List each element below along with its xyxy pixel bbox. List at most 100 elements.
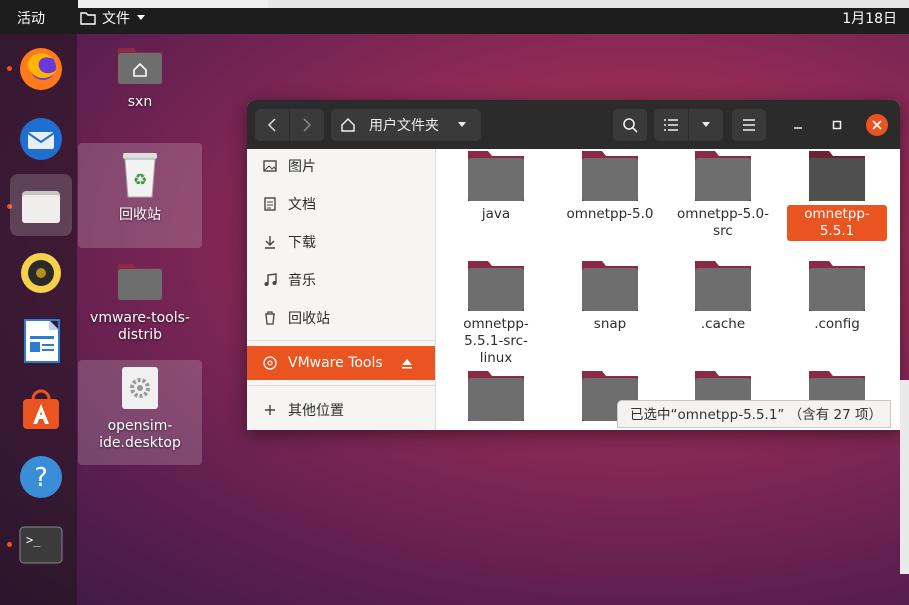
top-strip-right [268, 0, 909, 8]
chevron-right-icon [303, 118, 312, 132]
folder-icon [467, 371, 525, 421]
file-item[interactable]: omnetpp-5.5.1-src-linux [446, 261, 546, 368]
folder-icon [808, 151, 866, 201]
sidebar-item-other-locations[interactable]: 其他位置 [247, 393, 435, 427]
sidebar-item-label: VMware Tools [288, 355, 383, 371]
file-item[interactable]: omnetpp-5.0-src [673, 151, 773, 241]
minimize-button[interactable] [787, 114, 809, 136]
trash-icon: ♻ [123, 153, 157, 198]
sidebar-item-music[interactable]: 音乐 [247, 263, 435, 297]
app-menu[interactable]: 文件 [80, 8, 146, 28]
clock[interactable]: 1月18日 [842, 8, 897, 28]
folder-icon [808, 261, 866, 311]
disc-icon [263, 356, 277, 370]
desktop-icon-vmware-tools-distrib[interactable]: vmware-tools-distrib [78, 258, 202, 344]
svg-text:>_: >_ [26, 533, 41, 547]
desktop-icon-label: opensim-ide.desktop [99, 418, 181, 451]
chevron-down-icon [702, 122, 710, 127]
home-folder-icon [118, 48, 162, 84]
sidebar-divider [247, 385, 435, 386]
menu-button[interactable] [732, 109, 766, 141]
file-label: omnetpp-5.5.1 [787, 205, 887, 241]
rhythmbox-icon[interactable] [10, 242, 72, 304]
chevron-down-icon [137, 15, 145, 20]
view-options-button[interactable] [689, 109, 723, 141]
documents-icon [264, 197, 276, 211]
sidebar-item-label: 回收站 [288, 311, 330, 327]
folder-icon [694, 261, 752, 311]
list-icon [664, 119, 678, 131]
forward-button[interactable] [290, 109, 324, 141]
sidebar: 图片 文档 下载 音乐 回收站 VMware Tools 其他位置 [247, 149, 436, 430]
file-label: omnetpp-5.0 [566, 206, 654, 222]
sidebar-item-label: 文档 [288, 197, 316, 213]
software-center-icon[interactable] [10, 378, 72, 440]
folder-icon [467, 261, 525, 311]
sidebar-item-documents[interactable]: 文档 [247, 187, 435, 221]
file-label: .cache [700, 316, 746, 332]
path-label: 用户文件夹 [369, 118, 439, 134]
file-item[interactable] [446, 371, 546, 421]
chevron-down-icon [458, 122, 466, 127]
files-icon[interactable] [10, 174, 72, 236]
app-menu-label: 文件 [102, 11, 130, 27]
close-button[interactable] [866, 114, 888, 136]
file-item[interactable]: java [446, 151, 546, 224]
file-label: omnetpp-5.0-src [677, 206, 769, 239]
file-item[interactable]: snap [560, 261, 660, 334]
gear-icon [122, 367, 158, 409]
file-label: .config [814, 316, 860, 332]
view-list-button[interactable] [654, 109, 688, 141]
desktop-icon-opensim-ide[interactable]: opensim-ide.desktop [78, 360, 202, 465]
folder-icon [118, 264, 162, 300]
minimize-icon [794, 127, 802, 129]
firefox-icon[interactable] [10, 38, 72, 100]
path-bar[interactable]: 用户文件夹 [331, 109, 481, 141]
eject-icon[interactable] [401, 357, 413, 369]
top-strip [78, 0, 268, 8]
folder-icon [80, 12, 96, 25]
sidebar-item-label: 下载 [288, 235, 316, 251]
trash-icon [265, 311, 275, 325]
maximize-button[interactable] [826, 114, 848, 136]
dock: ? >_ [0, 34, 77, 605]
file-manager-window: 用户文件夹 图片 文档 下载 音乐 回收站 VMware Tools 其他位置 … [247, 100, 900, 430]
status-bar: 已选中“omnetpp-5.5.1” （含有 27 项） [617, 400, 891, 428]
background-window-edge [900, 380, 909, 574]
top-bar: 活动 文件 1月18日 [0, 0, 909, 34]
desktop-icon-label: 回收站 [119, 207, 161, 223]
hamburger-icon [743, 119, 755, 131]
search-button[interactable] [613, 109, 647, 141]
pictures-icon [263, 160, 277, 172]
desktop-icon-home[interactable]: sxn [78, 42, 202, 111]
file-item[interactable]: .cache [673, 261, 773, 334]
help-icon[interactable]: ? [10, 446, 72, 508]
sidebar-item-vmware-tools[interactable]: VMware Tools [247, 346, 435, 380]
music-icon [264, 273, 277, 286]
file-item[interactable]: .config [787, 261, 887, 334]
folder-icon [694, 151, 752, 201]
close-icon [872, 120, 882, 130]
file-label: omnetpp-5.5.1-src-linux [463, 316, 529, 366]
activities-button[interactable]: 活动 [17, 8, 45, 28]
libreoffice-writer-icon[interactable] [10, 310, 72, 372]
file-item-selected[interactable]: omnetpp-5.5.1 [787, 151, 887, 241]
chevron-left-icon [267, 118, 276, 132]
desktop-icon-label: vmware-tools-distrib [90, 310, 190, 343]
plus-icon [265, 405, 275, 415]
thunderbird-icon[interactable] [10, 108, 72, 170]
desktop-icon-trash[interactable]: ♻ 回收站 [78, 143, 202, 248]
terminal-icon[interactable]: >_ [10, 514, 72, 576]
back-button[interactable] [255, 109, 289, 141]
svg-text:?: ? [34, 463, 48, 493]
file-label: snap [593, 316, 627, 332]
home-icon [341, 117, 355, 132]
sidebar-item-label: 音乐 [288, 273, 316, 289]
file-label: java [481, 206, 511, 222]
sidebar-divider [247, 340, 435, 341]
sidebar-item-trash[interactable]: 回收站 [247, 301, 435, 335]
file-item[interactable]: omnetpp-5.0 [560, 151, 660, 224]
sidebar-item-downloads[interactable]: 下载 [247, 225, 435, 259]
sidebar-item-pictures[interactable]: 图片 [247, 149, 435, 183]
maximize-icon [832, 120, 842, 130]
